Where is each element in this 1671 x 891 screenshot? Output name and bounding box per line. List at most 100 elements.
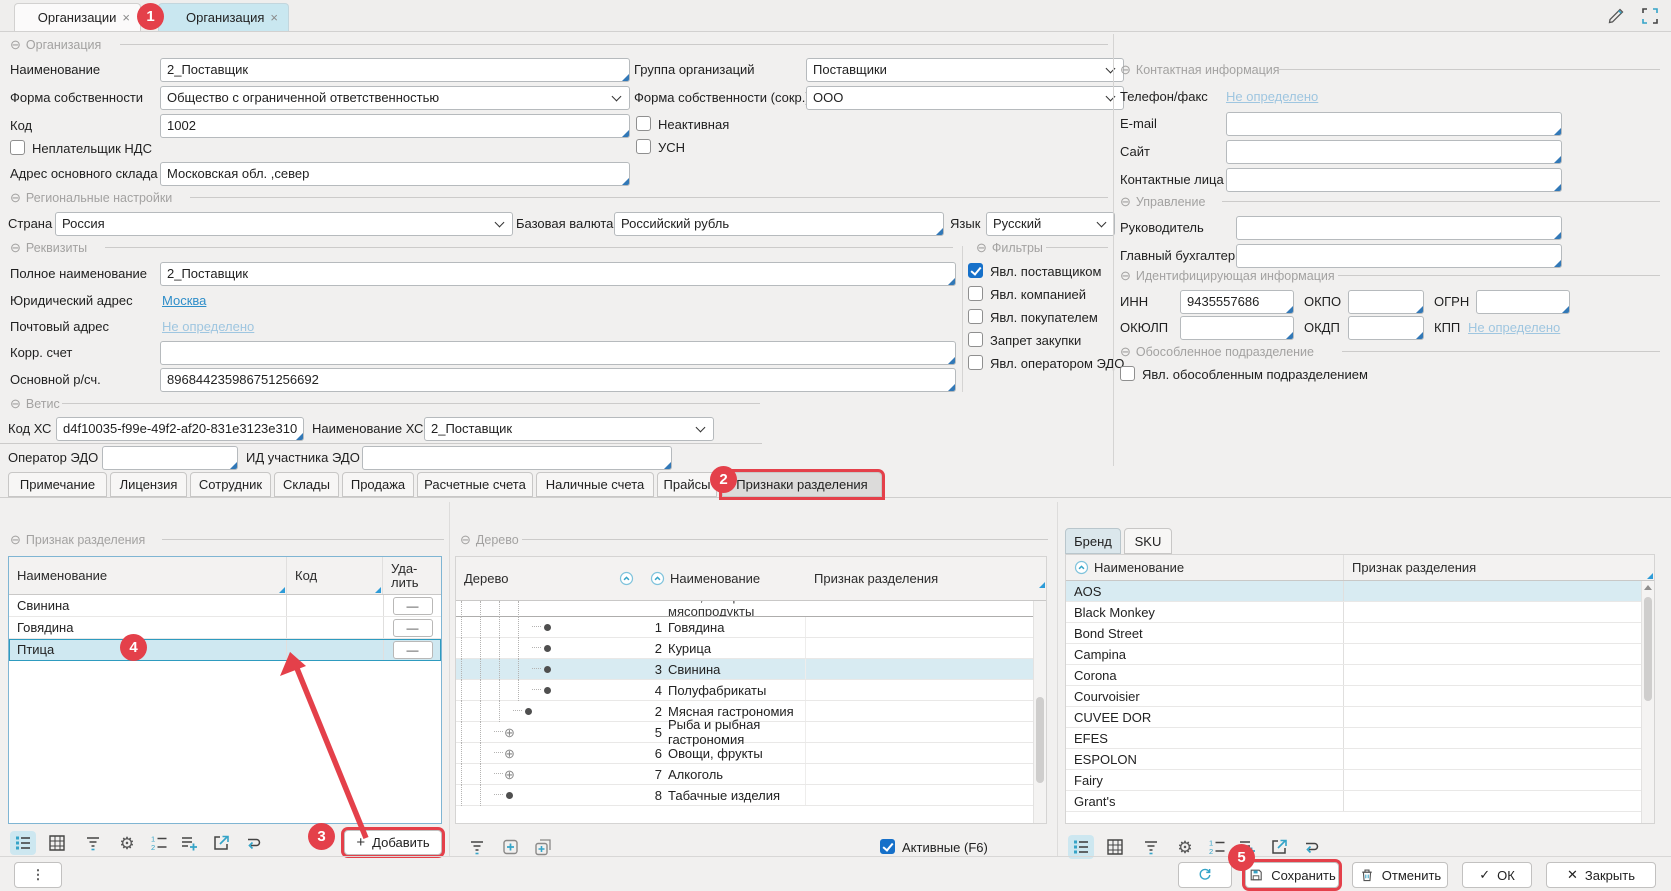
tree-col-name-header[interactable]: Наименование bbox=[642, 568, 806, 589]
expand-node-icon[interactable]: ⊕ bbox=[504, 726, 515, 739]
okdp-input[interactable] bbox=[1348, 316, 1424, 340]
legal-address-link[interactable]: Москва bbox=[162, 293, 206, 308]
tree-node-icon[interactable] bbox=[506, 792, 513, 799]
scrollbar-thumb[interactable] bbox=[1036, 697, 1044, 783]
tab-sales[interactable]: Продажа bbox=[342, 472, 414, 497]
cancel-button[interactable]: Отменить bbox=[1352, 862, 1448, 888]
filter-edo-operator-checkbox[interactable] bbox=[968, 355, 983, 370]
ownership-short-select[interactable]: ООО bbox=[806, 86, 1124, 110]
tab-prices[interactable]: Прайсы bbox=[657, 472, 717, 497]
tab-license[interactable]: Лицензия bbox=[110, 472, 187, 497]
contact-persons-input[interactable] bbox=[1226, 168, 1562, 192]
view-grid-button[interactable] bbox=[44, 831, 70, 855]
vat-checkbox[interactable] bbox=[10, 140, 25, 155]
okulp-input[interactable] bbox=[1180, 316, 1294, 340]
language-select[interactable]: Русский bbox=[986, 212, 1115, 236]
tab-sku[interactable]: SKU bbox=[1124, 528, 1172, 554]
close-tab-icon[interactable]: × bbox=[122, 10, 130, 25]
tab-brand[interactable]: Бренд bbox=[1065, 528, 1121, 554]
warehouse-input[interactable]: Московская обл. ,север bbox=[160, 162, 630, 186]
tree-row-selected[interactable]: 3 Свинина bbox=[456, 659, 1046, 680]
collapse-icon[interactable]: ⊖ bbox=[10, 532, 21, 547]
split-row-selected[interactable]: Птица — bbox=[9, 639, 441, 661]
split-row[interactable]: Свинина — bbox=[9, 595, 441, 617]
kpp-link[interactable]: Не определено bbox=[1468, 320, 1560, 335]
filter-buyer-checkbox[interactable] bbox=[968, 309, 983, 324]
maximize-button[interactable] bbox=[1637, 4, 1663, 28]
split-row[interactable]: Говядина — bbox=[9, 617, 441, 639]
group-select[interactable]: Поставщики bbox=[806, 58, 1124, 82]
okpo-input[interactable] bbox=[1348, 290, 1424, 314]
tree-row[interactable]: 2 Курица bbox=[456, 638, 1046, 659]
brand-row[interactable]: EFES bbox=[1066, 728, 1654, 749]
edo-operator-input[interactable] bbox=[102, 446, 238, 470]
expand-node-icon[interactable]: ⊕ bbox=[504, 747, 515, 760]
usn-checkbox[interactable] bbox=[636, 139, 651, 154]
site-input[interactable] bbox=[1226, 140, 1562, 164]
scrollbar-thumb[interactable] bbox=[1644, 597, 1652, 701]
filter-button[interactable] bbox=[80, 831, 106, 855]
brand-col-name-header[interactable]: Наименование bbox=[1066, 555, 1344, 580]
filter-supplier-checkbox[interactable] bbox=[968, 263, 983, 278]
active-filter-checkbox[interactable] bbox=[880, 839, 895, 854]
refresh-button[interactable] bbox=[1178, 862, 1232, 888]
ogrn-input[interactable] bbox=[1476, 290, 1570, 314]
ownership-select[interactable]: Общество с ограниченной ответственностью bbox=[160, 86, 630, 110]
tab-note[interactable]: Примечание bbox=[8, 472, 107, 497]
split-col-code-header[interactable]: Код bbox=[287, 557, 383, 594]
tree-row[interactable]: ⊕ 7 Алкоголь bbox=[456, 764, 1046, 785]
brand-row-selected[interactable]: AOS bbox=[1066, 581, 1654, 602]
save-button[interactable]: Сохранить bbox=[1245, 862, 1339, 888]
vetis-code-input[interactable]: d4f10035-f99e-49f2-af20-831e3123e310 bbox=[56, 417, 304, 441]
collapse-icon[interactable]: ⊖ bbox=[976, 240, 987, 255]
tree-node-icon[interactable] bbox=[544, 687, 551, 694]
main-account-input[interactable]: 896844235986751256692 bbox=[160, 368, 956, 392]
email-input[interactable] bbox=[1226, 112, 1562, 136]
delete-row-button[interactable]: — bbox=[393, 619, 433, 637]
brand-row[interactable]: Campina bbox=[1066, 644, 1654, 665]
view-list-button[interactable] bbox=[10, 831, 36, 855]
scroll-up-icon[interactable] bbox=[1644, 585, 1652, 590]
window-tab-organization[interactable]: Организация × bbox=[158, 3, 289, 31]
vetis-name-select[interactable]: 2_Поставщик bbox=[424, 417, 714, 441]
name-input[interactable]: 2_Поставщик bbox=[160, 58, 630, 82]
close-tab-icon[interactable]: × bbox=[270, 10, 278, 25]
corr-account-input[interactable] bbox=[160, 341, 956, 365]
tree-row[interactable]: 1 Говядина bbox=[456, 617, 1046, 638]
tab-employee[interactable]: Сотрудник bbox=[190, 472, 271, 497]
tab-bank-accounts[interactable]: Расчетные счета bbox=[417, 472, 533, 497]
tree-node-icon[interactable] bbox=[544, 666, 551, 673]
expand-node-icon[interactable]: ⊕ bbox=[504, 768, 515, 781]
sort-icon[interactable] bbox=[650, 571, 665, 586]
full-name-input[interactable]: 2_Поставщик bbox=[160, 262, 956, 286]
brand-scrollbar[interactable] bbox=[1641, 581, 1654, 823]
ok-button[interactable]: ✓ ОК bbox=[1462, 862, 1532, 888]
currency-input[interactable]: Российский рубль bbox=[614, 212, 944, 236]
edo-participant-input[interactable] bbox=[362, 446, 672, 470]
collapse-icon[interactable]: ⊖ bbox=[1120, 344, 1131, 359]
delete-row-button[interactable]: — bbox=[393, 641, 433, 659]
add-button[interactable]: + Добавить bbox=[344, 830, 442, 855]
tree-row[interactable]: 4 Полуфабрикаты bbox=[456, 680, 1046, 701]
add-list-button[interactable] bbox=[176, 831, 202, 855]
more-menu-button[interactable]: ⋮ bbox=[14, 862, 62, 888]
tree-node-icon[interactable] bbox=[544, 645, 551, 652]
collapse-icon[interactable]: ⊖ bbox=[1120, 194, 1131, 209]
country-select[interactable]: Россия bbox=[55, 212, 513, 236]
brand-row[interactable]: Bond Street bbox=[1066, 623, 1654, 644]
window-tab-organizations[interactable]: Организации × bbox=[14, 3, 141, 31]
collapse-icon[interactable]: ⊖ bbox=[1120, 268, 1131, 283]
sort-icon[interactable] bbox=[619, 571, 634, 586]
brand-row[interactable]: Courvoisier bbox=[1066, 686, 1654, 707]
split-col-name-header[interactable]: Наименование bbox=[9, 557, 287, 594]
reload-button[interactable] bbox=[240, 831, 266, 855]
brand-row[interactable]: CUVEE DOR bbox=[1066, 707, 1654, 728]
tree-row[interactable]: ⊕ 5 Рыба и рыбная гастрономия bbox=[456, 722, 1046, 743]
brand-row[interactable]: Corona bbox=[1066, 665, 1654, 686]
collapse-icon[interactable]: ⊖ bbox=[460, 532, 471, 547]
brand-row[interactable]: ESPOLON bbox=[1066, 749, 1654, 770]
filter-company-checkbox[interactable] bbox=[968, 286, 983, 301]
tab-warehouses[interactable]: Склады bbox=[274, 472, 339, 497]
sort-icon[interactable] bbox=[1074, 560, 1089, 575]
collapse-icon[interactable]: ⊖ bbox=[10, 37, 21, 52]
